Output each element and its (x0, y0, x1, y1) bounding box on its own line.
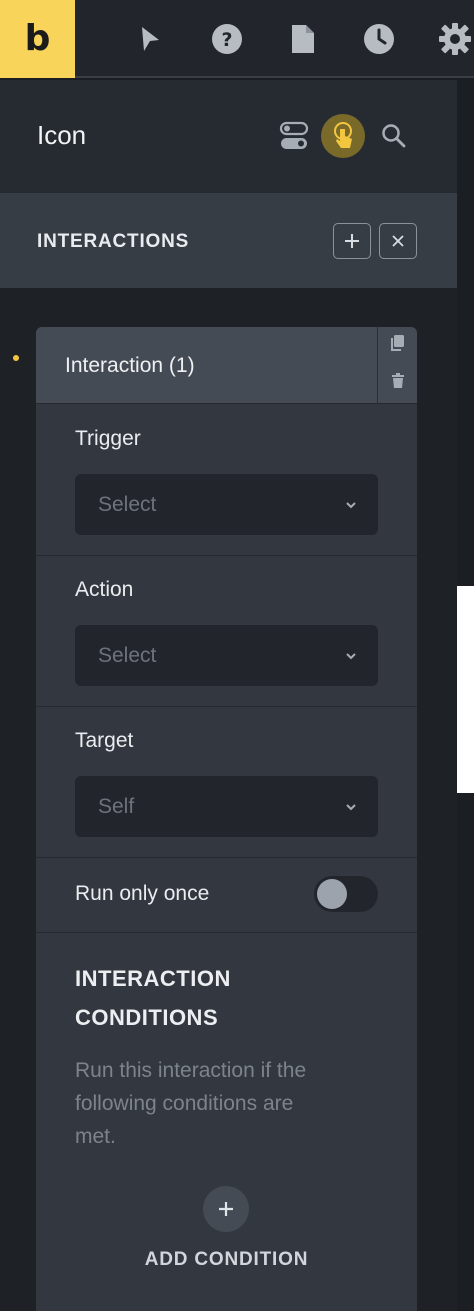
trigger-select[interactable]: Select (75, 474, 378, 535)
chevron-down-icon (346, 804, 356, 811)
trigger-field: Trigger Select (36, 405, 417, 556)
history-icon[interactable] (362, 22, 396, 56)
active-indicator-dot (13, 355, 19, 361)
logo-letter: b (24, 18, 51, 59)
help-icon[interactable]: ? (210, 22, 244, 56)
conditions-desc-line3: met. (75, 1125, 116, 1148)
conditions-title-line1: INTERACTION (75, 966, 231, 991)
toggle-icon[interactable] (272, 114, 316, 158)
interaction-actions (377, 327, 417, 404)
svg-text:?: ? (221, 29, 232, 51)
clear-interactions-button[interactable] (379, 223, 417, 259)
interactions-hand-icon[interactable] (321, 114, 365, 158)
trigger-value: Select (98, 493, 157, 516)
search-icon[interactable] (372, 114, 416, 158)
add-interaction-button[interactable] (333, 223, 371, 259)
action-field: Action Select (36, 556, 417, 707)
conditions-desc-line1: Run this interaction if the (75, 1059, 307, 1082)
logo[interactable]: b (0, 0, 75, 78)
target-value: Self (98, 795, 135, 818)
interactions-section-header: INTERACTIONS (0, 193, 457, 288)
chevron-down-icon (346, 502, 356, 509)
plus-icon (219, 1202, 233, 1216)
action-label: Action (75, 578, 134, 601)
add-condition-button[interactable] (203, 1186, 249, 1232)
section-title: INTERACTIONS (37, 231, 190, 252)
run-once-toggle[interactable] (314, 876, 378, 912)
conditions-title-line2: CONDITIONS (75, 1005, 219, 1030)
canvas-preview (457, 586, 474, 793)
trigger-label: Trigger (75, 427, 141, 450)
close-icon (392, 235, 404, 247)
element-title: Icon (37, 120, 87, 150)
interaction-title: Interaction (1) (65, 354, 195, 377)
duplicate-icon[interactable] (389, 333, 407, 353)
run-once-field: Run only once (36, 858, 417, 933)
element-header: Icon (0, 80, 457, 193)
action-select[interactable]: Select (75, 625, 378, 686)
action-value: Select (98, 644, 157, 667)
add-condition-label[interactable]: ADD CONDITION (36, 1249, 417, 1271)
chevron-down-icon (346, 653, 356, 660)
page-icon[interactable] (286, 22, 320, 56)
cursor-icon[interactable] (133, 22, 167, 56)
target-select[interactable]: Self (75, 776, 378, 837)
interaction-card-header[interactable]: Interaction (1) (36, 327, 417, 404)
toggle-knob (317, 879, 347, 909)
interaction-card: Interaction (1) Trigger Select Action Se… (36, 327, 417, 1311)
delete-icon[interactable] (389, 371, 407, 391)
target-label: Target (75, 729, 134, 752)
plus-icon (345, 234, 359, 248)
top-toolbar: b ? (0, 0, 474, 78)
conditions-desc-line2: following conditions are (75, 1092, 294, 1115)
settings-icon[interactable] (438, 22, 472, 56)
target-field: Target Self (36, 707, 417, 858)
run-once-label: Run only once (75, 882, 210, 905)
